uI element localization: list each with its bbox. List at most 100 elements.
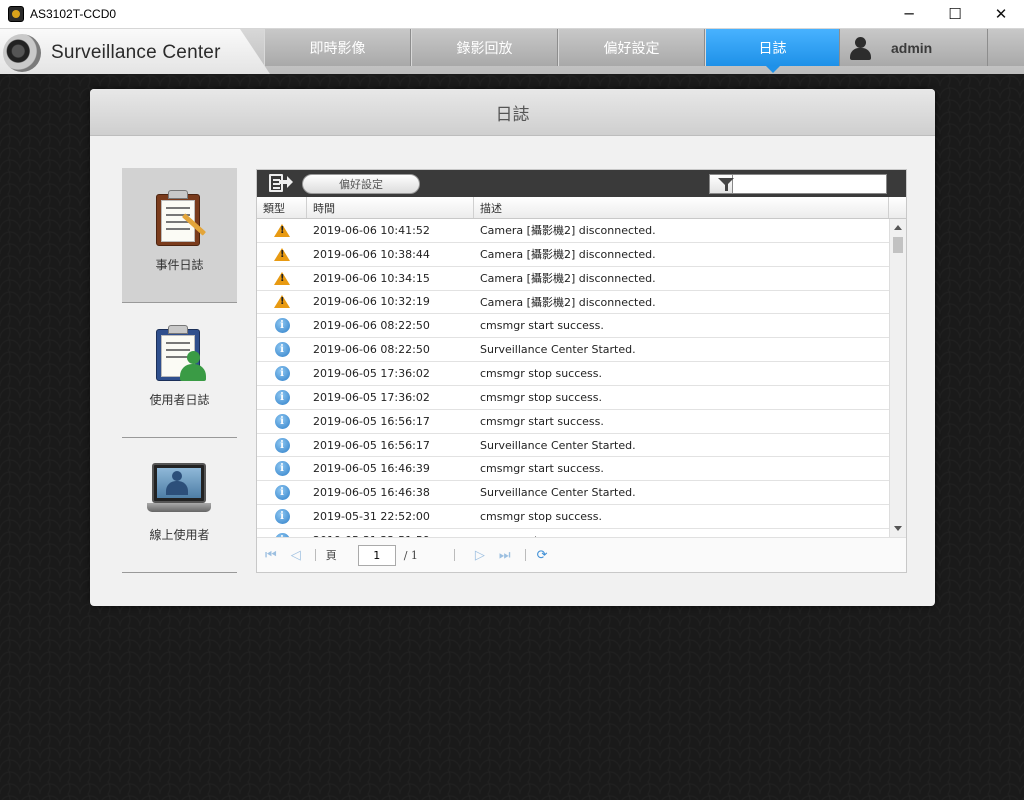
row-time-cell: 2019-06-05 17:36:02 bbox=[313, 366, 430, 380]
column-header-time[interactable]: 時間 bbox=[307, 197, 474, 218]
clipboard-user-icon bbox=[154, 325, 206, 383]
last-page-icon[interactable]: ⏭ bbox=[499, 548, 511, 563]
row-time-cell: 2019-06-06 10:34:15 bbox=[313, 271, 430, 285]
tab-logs[interactable]: 日誌 bbox=[705, 29, 840, 73]
first-page-icon[interactable]: ⏮ bbox=[265, 548, 277, 563]
warning-icon bbox=[274, 247, 290, 261]
log-table-container: 偏好設定 類型 時間 描述 2019-06-06 10:41:52 Camera … bbox=[256, 169, 907, 573]
table-row[interactable]: i 2019-06-05 17:36:02 cmsmgr stop success. bbox=[257, 362, 889, 386]
side-item-user-log[interactable]: 使用者日誌 bbox=[122, 303, 237, 438]
table-header: 類型 時間 描述 bbox=[257, 197, 906, 219]
refresh-icon[interactable]: ⟳ bbox=[537, 548, 548, 563]
vertical-scrollbar[interactable] bbox=[889, 219, 906, 537]
row-description-cell: Camera [攝影機2] disconnected. bbox=[480, 295, 656, 309]
table-row[interactable]: 2019-06-06 10:41:52 Camera [攝影機2] disconn… bbox=[257, 219, 889, 243]
app-icon bbox=[8, 6, 24, 22]
info-icon: i bbox=[274, 318, 290, 334]
row-type-cell bbox=[257, 223, 307, 237]
table-row[interactable]: 2019-06-06 10:38:44 Camera [攝影機2] disconn… bbox=[257, 243, 889, 267]
filter-icon[interactable] bbox=[710, 175, 734, 193]
side-item-label: 事件日誌 bbox=[155, 258, 204, 272]
row-time-cell: 2019-06-06 10:32:19 bbox=[313, 295, 430, 309]
table-row[interactable]: i 2019-06-05 17:36:02 cmsmgr stop success. bbox=[257, 386, 889, 410]
pager-divider bbox=[524, 549, 526, 561]
row-time-cell: 2019-05-31 22:52:00 bbox=[313, 510, 430, 524]
filter-box bbox=[709, 174, 887, 194]
pager-divider bbox=[314, 549, 316, 561]
table-row[interactable]: i 2019-06-05 16:46:39 cmsmgr start success… bbox=[257, 457, 889, 482]
panel-title: 日誌 bbox=[90, 89, 935, 136]
row-type-cell bbox=[257, 247, 307, 261]
user-area-divider bbox=[987, 29, 988, 66]
row-type-cell: i bbox=[257, 365, 307, 381]
tab-preferences[interactable]: 偏好設定 bbox=[558, 29, 705, 66]
preferences-button[interactable]: 偏好設定 bbox=[302, 174, 420, 194]
side-item-label: 使用者日誌 bbox=[149, 393, 210, 407]
row-time-cell: 2019-06-05 17:36:02 bbox=[313, 390, 430, 404]
table-row[interactable]: i 2019-06-06 08:22:50 cmsmgr start success… bbox=[257, 314, 889, 339]
scroll-up-icon[interactable] bbox=[894, 225, 902, 230]
table-row[interactable]: i 2019-06-05 16:56:17 cmsmgr start success… bbox=[257, 410, 889, 434]
table-row[interactable]: i 2019-06-05 16:56:17 Surveillance Center … bbox=[257, 434, 889, 458]
side-item-label: 線上使用者 bbox=[149, 528, 210, 542]
warning-icon bbox=[274, 223, 290, 237]
info-icon: i bbox=[274, 365, 290, 381]
row-type-cell: i bbox=[257, 461, 307, 477]
side-item-online-users[interactable]: 線上使用者 bbox=[122, 438, 237, 573]
total-pages: / 1 bbox=[403, 548, 418, 562]
info-icon: i bbox=[274, 437, 290, 453]
side-menu: 事件日誌 使用者日誌 線上使用者 bbox=[122, 168, 237, 573]
pager-divider bbox=[453, 549, 455, 561]
log-toolbar: 偏好設定 bbox=[257, 170, 906, 197]
table-row[interactable]: i 2019-05-31 22:52:00 cmsmgr stop success. bbox=[257, 505, 889, 529]
table-row[interactable]: 2019-06-06 10:34:15 Camera [攝影機2] disconn… bbox=[257, 267, 889, 291]
tab-playback[interactable]: 錄影回放 bbox=[411, 29, 558, 66]
minimize-button[interactable]: ─ bbox=[886, 0, 932, 29]
column-header-description[interactable]: 描述 bbox=[474, 197, 889, 218]
side-item-event-log[interactable]: 事件日誌 bbox=[122, 168, 237, 303]
brand-area: Surveillance Center bbox=[0, 29, 270, 74]
laptop-user-icon bbox=[147, 463, 211, 515]
info-icon: i bbox=[274, 342, 290, 358]
row-description-cell: cmsmgr start success. bbox=[480, 462, 604, 476]
tab-live-view[interactable]: 即時影像 bbox=[264, 29, 411, 66]
row-time-cell: 2019-06-05 16:46:39 bbox=[313, 462, 430, 476]
info-icon: i bbox=[274, 413, 290, 429]
row-type-cell bbox=[257, 271, 307, 285]
row-description-cell: cmsmgr stop success. bbox=[480, 510, 602, 524]
user-menu[interactable]: admin bbox=[840, 29, 1024, 66]
export-icon[interactable] bbox=[269, 173, 293, 194]
table-row[interactable]: i2019-05-31 22:51:59cmsmgr stop success. bbox=[257, 529, 889, 537]
row-time-cell: 2019-06-05 16:56:17 bbox=[313, 414, 430, 428]
column-header-type[interactable]: 類型 bbox=[257, 197, 307, 218]
row-description-cell: cmsmgr stop success. bbox=[480, 366, 602, 380]
info-icon: i bbox=[274, 461, 290, 477]
row-description-cell: Surveillance Center Started. bbox=[480, 343, 636, 357]
page-number-input[interactable] bbox=[357, 544, 396, 566]
info-icon: i bbox=[274, 389, 290, 405]
maximize-button[interactable]: ☐ bbox=[932, 0, 978, 29]
row-type-cell bbox=[257, 295, 307, 309]
prev-page-icon[interactable]: ◁ bbox=[291, 548, 301, 563]
row-description-cell: cmsmgr start success. bbox=[480, 319, 604, 333]
window-controls: ─ ☐ ✕ bbox=[886, 0, 1024, 29]
info-icon: i bbox=[274, 485, 290, 501]
warning-icon bbox=[274, 295, 290, 309]
camera-logo-icon bbox=[3, 34, 41, 72]
row-type-cell: i bbox=[257, 485, 307, 501]
close-button[interactable]: ✕ bbox=[978, 0, 1024, 29]
table-row[interactable]: i 2019-06-06 08:22:50 Surveillance Center … bbox=[257, 338, 889, 363]
brand-title: Surveillance Center bbox=[51, 42, 221, 63]
row-description-cell: cmsmgr stop success. bbox=[480, 390, 602, 404]
scroll-down-icon[interactable] bbox=[894, 526, 902, 531]
scroll-thumb[interactable] bbox=[893, 237, 903, 253]
page-label: 頁 bbox=[325, 549, 337, 562]
window-title-bar: AS3102T-CCD0 ─ ☐ ✕ bbox=[0, 0, 1024, 29]
main-nav: 即時影像 錄影回放 偏好設定 日誌 bbox=[264, 29, 840, 73]
table-row[interactable]: i 2019-06-05 16:46:38 Surveillance Center … bbox=[257, 481, 889, 506]
filter-input[interactable] bbox=[733, 175, 886, 193]
next-page-icon[interactable]: ▷ bbox=[475, 548, 485, 563]
table-row[interactable]: 2019-06-06 10:32:19 Camera [攝影機2] disconn… bbox=[257, 291, 889, 315]
warning-icon bbox=[274, 271, 290, 285]
pagination-bar: ⏮ ◁ 頁 / 1 ▷ ⏭ ⟳ bbox=[257, 537, 906, 572]
